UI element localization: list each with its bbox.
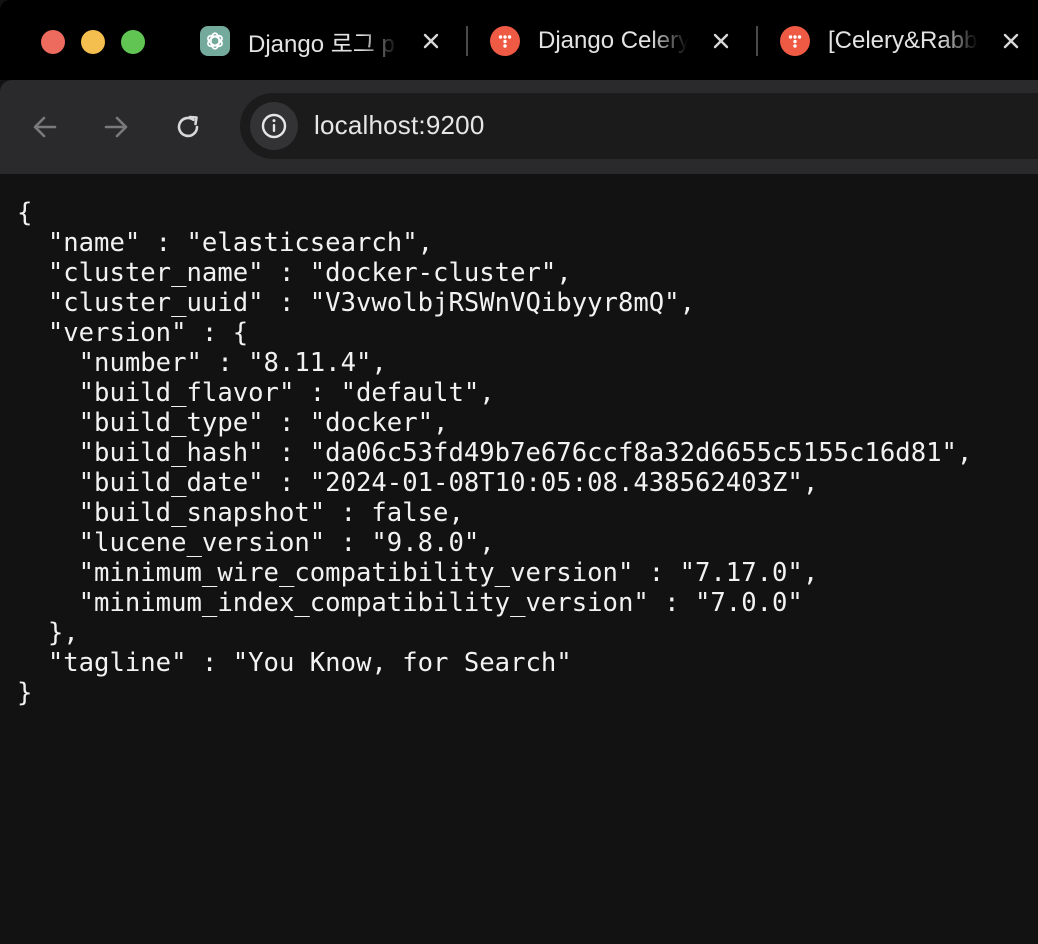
- forward-arrow-icon[interactable]: [99, 110, 133, 144]
- json-line: "build_date" : "2024-01-08T10:05:08.4385…: [17, 468, 819, 498]
- json-line: },: [17, 618, 79, 648]
- address-bar[interactable]: localhost:9200: [240, 93, 1038, 159]
- browser-window: Django 로그 p Django Celery [Celery&Rabbit…: [0, 0, 1038, 944]
- json-line: "lucene_version" : "9.8.0",: [17, 528, 495, 558]
- json-line: "build_hash" : "da06c53fd49b7e676ccf8a32…: [17, 438, 973, 468]
- json-line: "name" : "elasticsearch",: [17, 228, 434, 258]
- json-line: "minimum_wire_compatibility_version" : "…: [17, 558, 819, 588]
- json-line: }: [17, 678, 33, 708]
- window-maximize-button[interactable]: [121, 30, 145, 54]
- json-line: "build_snapshot" : false,: [17, 498, 464, 528]
- url-text: localhost:9200: [314, 110, 485, 140]
- tab-separator: [756, 26, 758, 56]
- tab-title: Django 로그 p: [248, 30, 395, 58]
- json-line: "tagline" : "You Know, for Search": [17, 648, 572, 678]
- tab-strip: Django 로그 p Django Celery [Celery&Rabbit: [0, 0, 1038, 80]
- page-content: { "name" : "elasticsearch", "cluster_nam…: [0, 174, 1038, 944]
- json-line: "cluster_name" : "docker-cluster",: [17, 258, 572, 288]
- window-minimize-button[interactable]: [81, 30, 105, 54]
- window-close-button[interactable]: [41, 30, 65, 54]
- json-response-body: { "name" : "elasticsearch", "cluster_nam…: [17, 198, 972, 708]
- tab-separator: [466, 26, 468, 56]
- tab-close-icon[interactable]: [710, 30, 732, 52]
- pinned-red-icon: [780, 26, 810, 56]
- json-line: "minimum_index_compatibility_version" : …: [17, 588, 803, 618]
- pinned-red-icon: [490, 26, 520, 56]
- json-line: "number" : "8.11.4",: [17, 348, 387, 378]
- tab-title: [Celery&Rabbit: [828, 27, 978, 54]
- tab-close-icon[interactable]: [1000, 30, 1022, 52]
- json-line: "cluster_uuid" : "V3vwolbjRSWnVQibyyr8mQ…: [17, 288, 695, 318]
- tab-django-logs[interactable]: Django 로그 p: [200, 20, 450, 62]
- tab-django-celery[interactable]: Django Celery: [490, 20, 740, 62]
- chatgpt-icon: [200, 26, 230, 56]
- tab-celery-rabbitmq[interactable]: [Celery&Rabbit: [780, 20, 1030, 62]
- tab-title: Django Celery: [538, 27, 688, 54]
- back-arrow-icon[interactable]: [28, 110, 62, 144]
- browser-toolbar: localhost:9200: [0, 80, 1038, 174]
- json-line: "build_type" : "docker",: [17, 408, 449, 438]
- tab-close-icon[interactable]: [420, 30, 442, 52]
- info-icon[interactable]: [250, 102, 298, 150]
- json-line: "build_flavor" : "default",: [17, 378, 495, 408]
- json-line: {: [17, 198, 33, 228]
- json-line: "version" : {: [17, 318, 249, 348]
- reload-icon[interactable]: [171, 110, 205, 144]
